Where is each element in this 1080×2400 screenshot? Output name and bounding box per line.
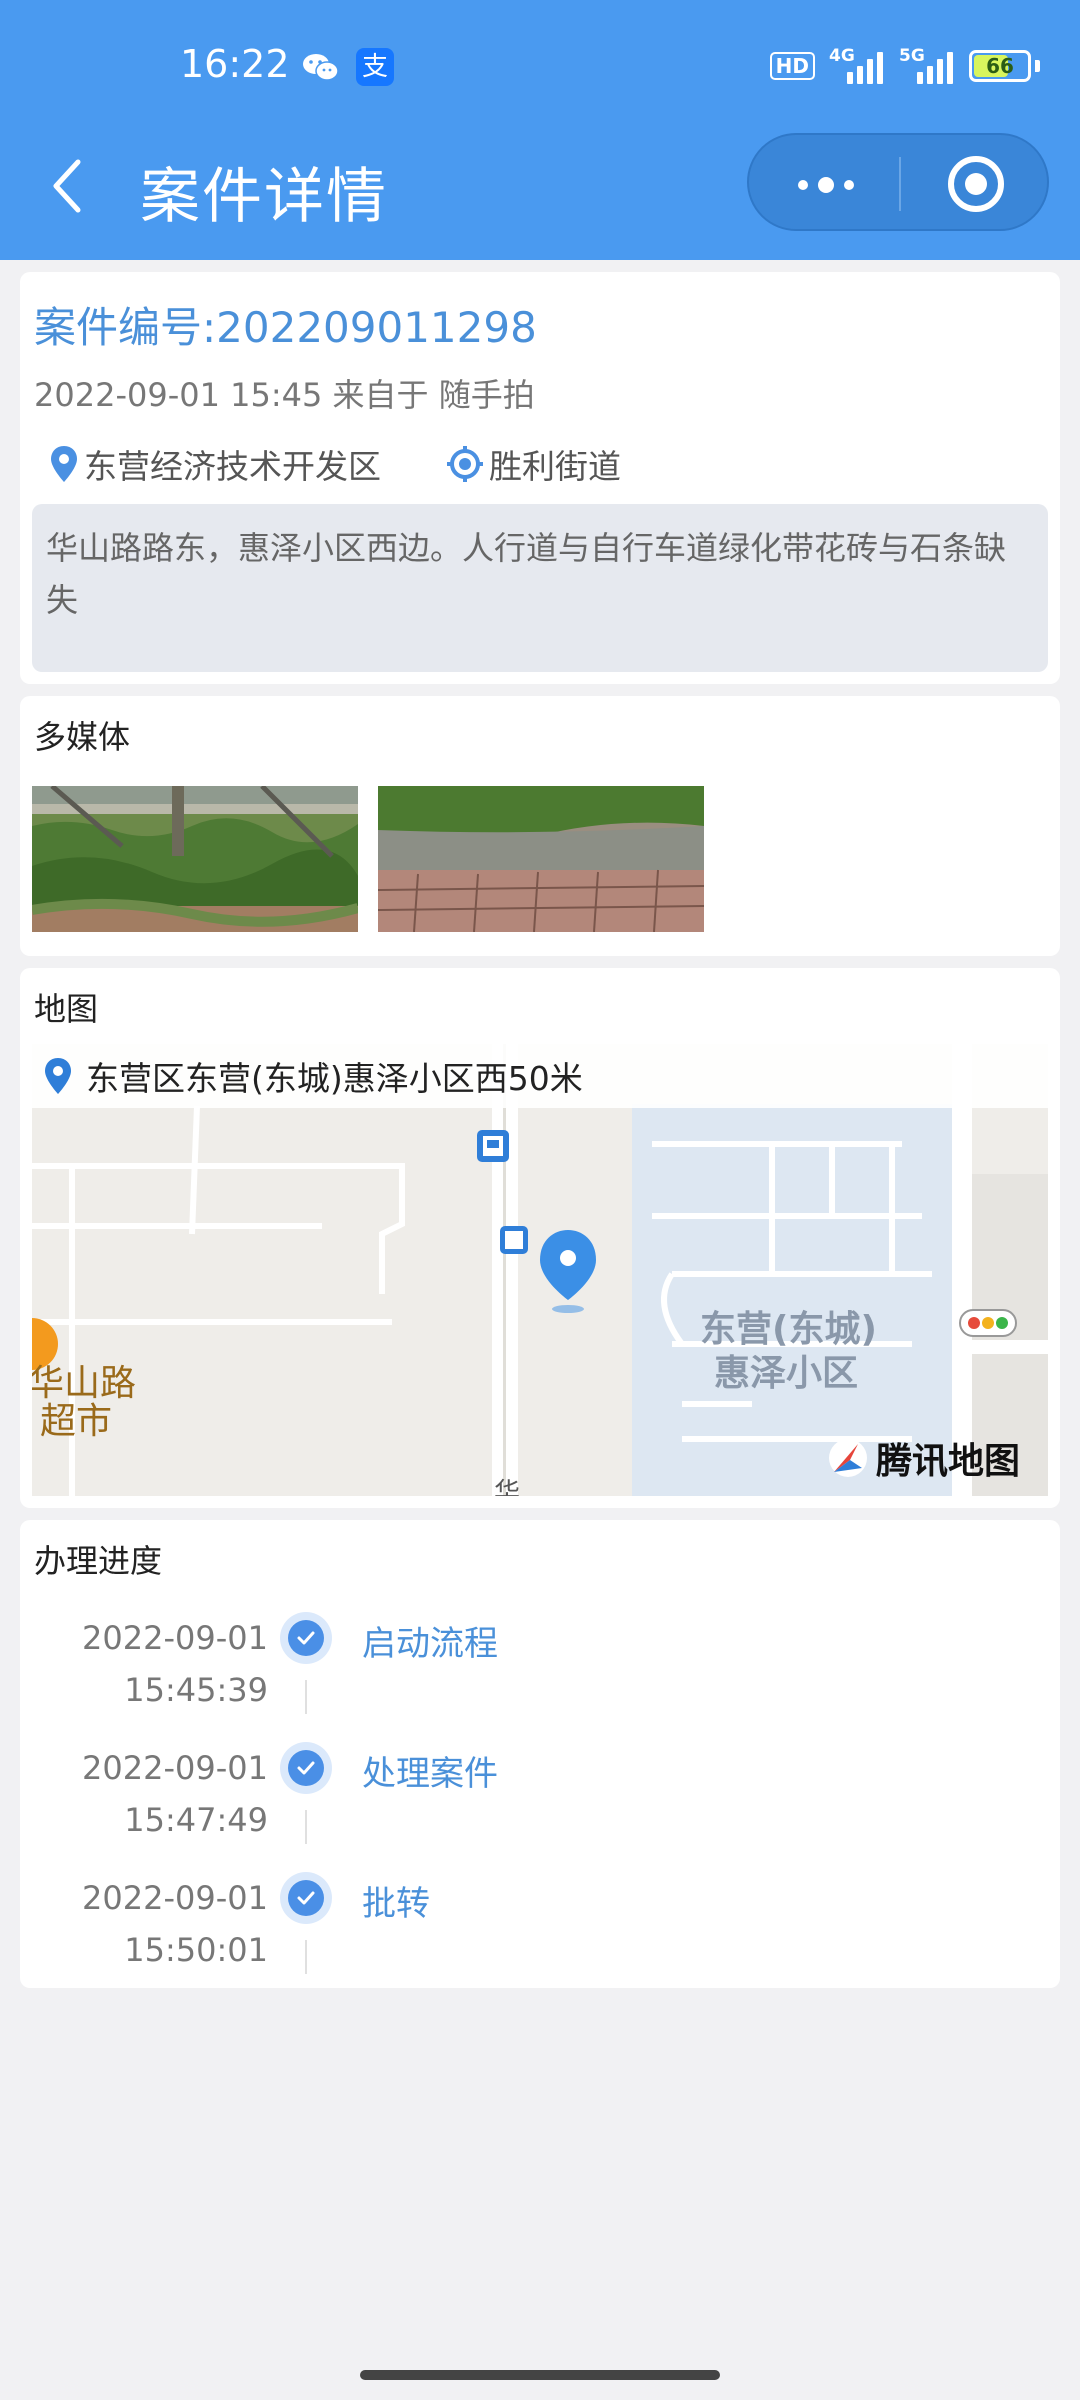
more-icon[interactable] xyxy=(791,165,861,205)
media-card: 多媒体 xyxy=(20,696,1060,956)
location-pin-icon xyxy=(51,446,77,482)
media-photo-1[interactable] xyxy=(32,786,358,932)
step-time: 15:50:01 xyxy=(124,1931,268,1969)
step-time: 15:45:39 xyxy=(124,1671,268,1709)
signal-4g-icon: 4G xyxy=(829,46,885,84)
header-bar: 16:22 支 HD 4G 5G 66 案件详情 xyxy=(0,0,1080,260)
case-info-card: 案件编号:202209011298 2022-09-01 15:45 来自于 随… xyxy=(20,272,1060,684)
case-description: 华山路路东，惠泽小区西边。人行道与自行车道绿化带花砖与石条缺失 xyxy=(32,504,1048,672)
media-photo-2[interactable] xyxy=(378,786,704,932)
step-1-label: 启动流程 xyxy=(362,1624,498,1664)
signal-5g-icon: 5G xyxy=(899,46,955,84)
back-icon[interactable] xyxy=(48,156,88,216)
step-date: 2022-09-01 xyxy=(82,1619,268,1657)
timeline-connector xyxy=(305,1680,307,1714)
street-text: 胜利街道 xyxy=(489,447,621,486)
step-1-datetime: 2022-09-01 15:45:39 xyxy=(40,1612,268,1716)
location-row: 东营经济技术开发区 胜利街道 xyxy=(50,440,621,488)
status-indicators: HD 4G 5G 66 xyxy=(769,46,1040,86)
map-brand-text: 腾讯地图 xyxy=(875,1441,1020,1482)
step-date: 2022-09-01 xyxy=(82,1749,268,1787)
battery-icon: 66 xyxy=(969,50,1031,82)
map-label-street: 华 xyxy=(494,1478,521,1496)
mini-program-capsule xyxy=(747,133,1049,231)
timeline-connector xyxy=(305,1940,307,1974)
map-view[interactable]: 东营区东营(东城)惠泽小区西50米 华山路 超市 东营(东城) 惠泽小区 华 腾… xyxy=(32,1044,1048,1496)
progress-section-title: 办理进度 xyxy=(34,1542,163,1580)
progress-card: 办理进度 2022-09-01 15:45:39 启动流程 2022-09-01… xyxy=(20,1520,1060,1988)
map-address-bar: 东营区东营(东城)惠泽小区西50米 xyxy=(32,1044,1048,1108)
wechat-icon xyxy=(303,54,339,81)
map-card: 地图 东营区东营(东城)惠泽小区西50米 华山路 超市 东营(东城) 惠泽小区 … xyxy=(20,968,1060,1508)
map-section-title: 地图 xyxy=(34,990,99,1028)
check-circle-icon xyxy=(280,1872,332,1924)
tencent-map-logo-icon xyxy=(828,1439,867,1477)
alipay-icon: 支 xyxy=(356,48,394,86)
step-3-datetime: 2022-09-01 15:50:01 xyxy=(40,1872,268,1976)
media-section-title: 多媒体 xyxy=(34,718,131,756)
map-label-area-2: 惠泽小区 xyxy=(714,1353,859,1394)
timeline-connector xyxy=(305,1810,307,1844)
map-brand: 腾讯地图 xyxy=(828,1432,1020,1484)
step-time: 15:47:49 xyxy=(124,1801,268,1839)
home-indicator[interactable] xyxy=(360,2370,720,2380)
close-miniprogram-icon[interactable] xyxy=(945,153,1007,215)
step-3-label: 批转 xyxy=(362,1884,430,1924)
case-number: 案件编号:202209011298 xyxy=(34,303,537,352)
hd-badge: HD xyxy=(769,52,815,80)
step-2-label: 处理案件 xyxy=(362,1754,498,1794)
case-meta: 2022-09-01 15:45 来自于 随手拍 xyxy=(34,376,535,414)
battery-level: 66 xyxy=(986,54,1014,78)
status-time: 16:22 xyxy=(180,42,290,86)
step-2-datetime: 2022-09-01 15:47:49 xyxy=(40,1742,268,1846)
district-text: 东营经济技术开发区 xyxy=(84,447,381,486)
check-circle-icon xyxy=(280,1612,332,1664)
map-pin-icon xyxy=(45,1058,71,1094)
step-date: 2022-09-01 xyxy=(82,1879,268,1917)
map-label-shop: 超市 xyxy=(40,1401,113,1442)
target-location-icon xyxy=(447,446,483,482)
page-title: 案件详情 xyxy=(140,162,388,232)
check-circle-icon xyxy=(280,1742,332,1794)
map-address: 东营区东营(东城)惠泽小区西50米 xyxy=(86,1059,583,1098)
